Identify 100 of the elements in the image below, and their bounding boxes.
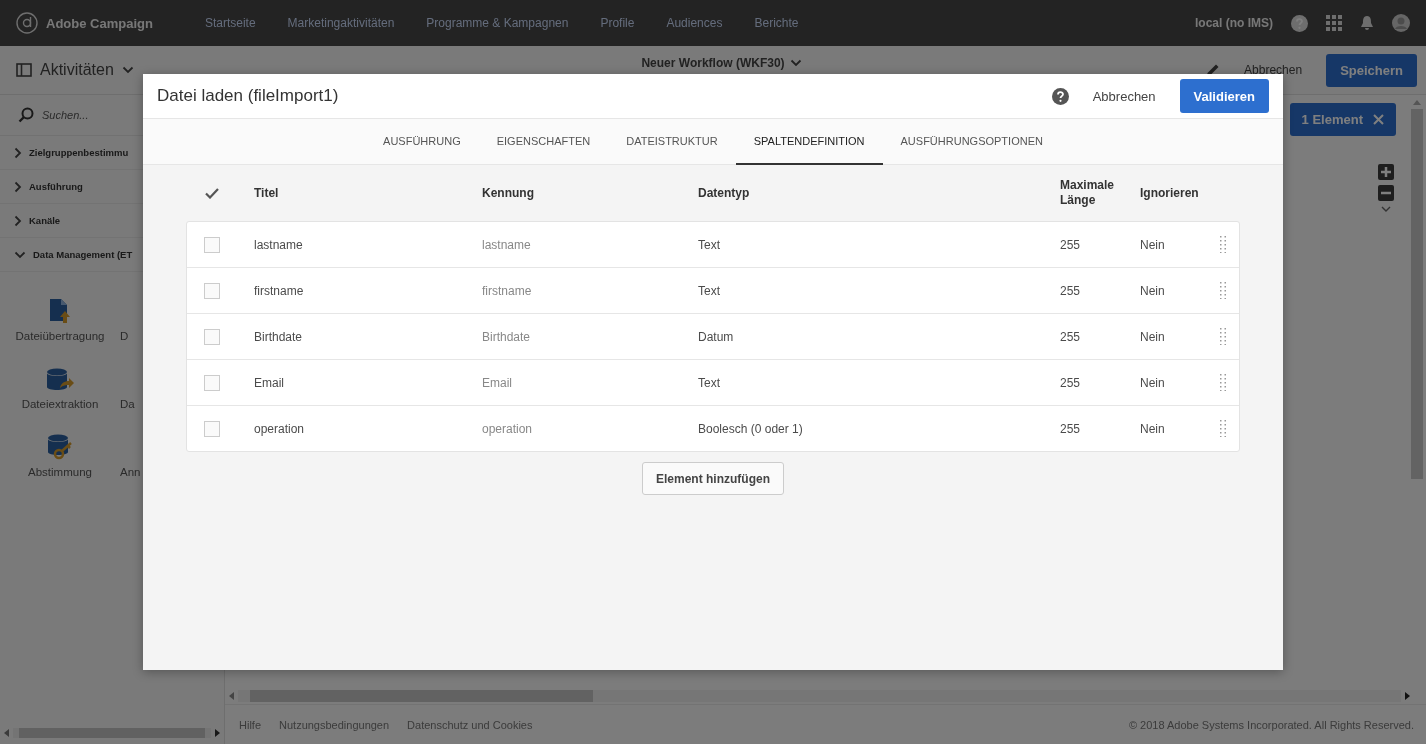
tab[interactable]: AUSFÜHRUNG	[365, 119, 479, 165]
scroll-left-icon[interactable]	[4, 729, 9, 737]
row-checkbox[interactable]	[204, 420, 220, 437]
drag-handle-icon[interactable]	[1220, 420, 1226, 437]
sidebar-section[interactable]: Data Management (ET	[14, 249, 133, 260]
ignore-cell-text: Nein	[1140, 237, 1166, 252]
nav-link[interactable]: Berichte	[754, 16, 799, 30]
caret-icon	[121, 66, 134, 74]
copyright-text: © 2018 Adobe Systems Incorporated. All Rights Reserved.	[1128, 718, 1414, 731]
ignore-cell-text: Nein	[1140, 283, 1166, 298]
activity-item[interactable]: Ann	[120, 422, 141, 478]
select-all-check-icon[interactable]	[205, 187, 219, 199]
max-length-cell-text: 255	[1060, 375, 1082, 390]
nav-link[interactable]: Programme & Kampagnen	[426, 16, 569, 30]
sidebar-section[interactable]: Kanäle	[14, 214, 61, 227]
apps-grid-icon[interactable]	[1326, 15, 1342, 31]
panel-title[interactable]: Aktivitäten	[40, 61, 114, 79]
scroll-left-icon[interactable]	[229, 692, 234, 700]
workflow-title[interactable]: Neuer Workflow (WKF30)	[641, 56, 785, 70]
title-cell-text: Birthdate	[254, 329, 304, 344]
avatar-icon[interactable]	[1392, 14, 1410, 32]
horizontal-scrollbar[interactable]	[238, 690, 1401, 702]
nav-link[interactable]: Startseite	[204, 16, 256, 30]
tab[interactable]: SPALTENDEFINITION	[735, 119, 883, 165]
tab[interactable]: EIGENSCHAFTEN	[478, 119, 609, 165]
help-icon[interactable]	[1291, 14, 1308, 32]
chevron-down-icon[interactable]	[1381, 206, 1391, 212]
ignore-column-header: Ignorieren	[1140, 186, 1200, 200]
nav-link[interactable]: Audiences	[666, 16, 723, 30]
panel-icon	[16, 63, 32, 77]
max-length-cell-text: 255	[1060, 283, 1082, 298]
data-type-column-header: Datentyp	[698, 186, 751, 200]
scroll-right-icon[interactable]	[1405, 692, 1410, 700]
app-name: Adobe Campaign	[46, 15, 153, 31]
id-cell-text: operation	[482, 421, 534, 436]
file-upload-icon	[49, 298, 71, 324]
ignore-cell-text: Nein	[1140, 421, 1166, 436]
id-cell-text: firstname	[482, 283, 533, 298]
title-cell-text: Email	[254, 375, 285, 390]
sidebar-section[interactable]: Zielgruppenbestimmu	[14, 146, 129, 159]
drag-handle-icon[interactable]	[1220, 374, 1226, 391]
max-length-cell-text: 255	[1060, 237, 1082, 252]
drag-handle-icon[interactable]	[1220, 282, 1226, 299]
nav-link[interactable]: Profile	[600, 16, 635, 30]
tab[interactable]: AUSFÜHRUNGSOPTIONEN	[882, 119, 1061, 165]
nav-link[interactable]: Marketingaktivitäten	[287, 16, 395, 30]
row-checkbox[interactable]	[204, 282, 220, 299]
footer-link[interactable]: Nutzungsbedingungen	[279, 718, 390, 731]
logo-icon	[16, 12, 38, 34]
cancel-button[interactable]: Abbrechen	[1082, 88, 1166, 104]
caret-icon	[789, 59, 802, 67]
data-type-cell-text: Text	[698, 237, 721, 252]
zoom-out-icon[interactable]	[1378, 185, 1394, 201]
activity-item[interactable]: D	[120, 286, 141, 342]
id-cell-text: Birthdate	[482, 329, 532, 344]
data-type-cell-text: Text	[698, 375, 721, 390]
ignore-cell-text: Nein	[1140, 329, 1166, 344]
drag-handle-icon[interactable]	[1220, 328, 1226, 345]
add-element-button[interactable]: Element hinzufügen	[642, 462, 784, 495]
max-length-column-header: Maximale Länge	[1060, 178, 1116, 208]
dialog-title: Datei laden (fileImport1)	[157, 86, 340, 106]
activity-item[interactable]: Dateiübertragung	[0, 286, 120, 342]
ignore-cell-text: Nein	[1140, 375, 1166, 390]
title-column-header: Titel	[254, 186, 280, 200]
max-length-cell-text: 255	[1060, 421, 1082, 436]
title-cell-text: lastname	[254, 237, 304, 252]
row-checkbox[interactable]	[204, 374, 220, 391]
bell-icon[interactable]	[1360, 15, 1374, 31]
search-field[interactable]: Suchen...	[42, 109, 152, 121]
activity-item[interactable]: Abstimmung	[0, 422, 120, 478]
selection-badge[interactable]: 1 Element	[1289, 103, 1396, 136]
database-export-icon	[46, 368, 74, 392]
id-cell-text: Email	[482, 375, 513, 390]
cancel-button[interactable]: Abbrechen	[1238, 62, 1309, 78]
zoom-in-icon[interactable]	[1378, 164, 1394, 180]
max-length-cell-text: 255	[1060, 329, 1082, 344]
validate-button[interactable]: Validieren	[1179, 79, 1269, 113]
row-checkbox[interactable]	[204, 236, 220, 253]
drag-handle-icon[interactable]	[1220, 236, 1226, 253]
activity-item[interactable]: Dateiextraktion	[0, 354, 120, 410]
title-cell-text: operation	[254, 421, 306, 436]
data-type-cell-text: Text	[698, 283, 721, 298]
horizontal-scrollbar[interactable]	[13, 728, 211, 738]
search-icon	[18, 107, 34, 123]
help-icon[interactable]	[1051, 87, 1069, 105]
id-cell-text: lastname	[482, 237, 532, 252]
row-checkbox[interactable]	[204, 328, 220, 345]
title-cell-text: firstname	[254, 283, 305, 298]
scroll-up-icon[interactable]	[1413, 100, 1421, 105]
activity-item[interactable]: Da	[120, 354, 141, 410]
database-key-icon	[47, 434, 73, 460]
scroll-right-icon[interactable]	[215, 729, 220, 737]
tab[interactable]: DATEISTRUKTUR	[608, 119, 736, 165]
footer-link[interactable]: Datenschutz und Cookies	[407, 718, 533, 731]
vertical-scrollbar[interactable]	[1411, 109, 1423, 479]
user-name[interactable]: local (no IMS)	[1195, 16, 1273, 30]
sidebar-section[interactable]: Ausführung	[14, 180, 83, 193]
footer-link[interactable]: Hilfe	[239, 718, 261, 731]
data-type-cell-text: Boolesch (0 oder 1)	[698, 421, 804, 436]
save-button[interactable]: Speichern	[1326, 53, 1417, 87]
